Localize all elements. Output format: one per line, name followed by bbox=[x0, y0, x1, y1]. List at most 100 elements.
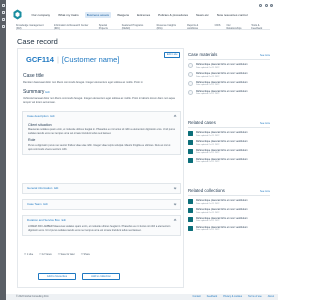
subnav-reports[interactable]: Reports & workflows bbox=[187, 24, 209, 30]
topnav-trains[interactable]: What my trains bbox=[57, 12, 81, 18]
edit-in-site-button[interactable]: Edit in site bbox=[164, 52, 180, 58]
subnav-special[interactable]: Special Projects bbox=[99, 24, 116, 30]
like-action[interactable]: 1 Like bbox=[24, 253, 33, 256]
duration-service-text: LOREM 300 LAMBER Maecenas sodales quam e… bbox=[28, 225, 171, 232]
home-icon[interactable] bbox=[1, 4, 5, 7]
save-for-later-action[interactable]: Save for later bbox=[58, 253, 75, 256]
list-item[interactable]: Référentique placerat fortis et nunc ves… bbox=[188, 208, 270, 214]
related-cases-see-more[interactable]: See more bbox=[260, 123, 270, 126]
related-cases-section: Related cases See more Référentique place… bbox=[188, 120, 270, 164]
left-rail bbox=[0, 0, 6, 300]
avatar[interactable] bbox=[270, 4, 273, 7]
files-icon[interactable] bbox=[1, 25, 5, 28]
document-icon bbox=[188, 72, 193, 78]
subnav-tools[interactable]: Tools & Feedback bbox=[251, 24, 270, 30]
case-icon bbox=[188, 149, 193, 155]
list-item[interactable]: Référentique placerat fortis et nunc ves… bbox=[188, 226, 270, 232]
footer-copyright: © 2023 Global Consulting Firm bbox=[16, 295, 49, 299]
case-title-text: Remitem bascuaat dolor non libero commod… bbox=[23, 81, 143, 84]
list-item[interactable]: Référentique placerat fortis et nunc ves… bbox=[188, 90, 270, 96]
chevron-up-icon[interactable] bbox=[173, 114, 177, 119]
case-description-header[interactable]: Case description Edit bbox=[23, 112, 180, 121]
summary-heading: SummaryEdit bbox=[23, 89, 50, 95]
top-icons bbox=[259, 4, 273, 7]
list-item[interactable]: Référentique placerat fortis et nunc ves… bbox=[188, 149, 270, 155]
related-collections-section: Related collections See more Référentique… bbox=[188, 188, 270, 232]
topnav-extremes[interactable]: Extremes bbox=[136, 12, 152, 18]
share-action[interactable]: Share bbox=[81, 253, 90, 256]
related-collections-see-more[interactable]: See more bbox=[260, 191, 270, 194]
case-materials-see-more[interactable]: See more bbox=[260, 55, 270, 58]
subnav-irc[interactable]: Information & Research Center (IRC) bbox=[54, 24, 93, 30]
footer-link-privacy[interactable]: Privacy & cookies bbox=[223, 295, 242, 298]
document-icon bbox=[188, 63, 193, 69]
topnav-our-company[interactable]: Our company bbox=[30, 12, 52, 18]
case-materials-section: Case materials See more Référentique plac… bbox=[188, 52, 270, 96]
topnav-news[interactable]: News etc bbox=[195, 12, 211, 18]
document-icon bbox=[188, 81, 193, 87]
client-situation-text: Maecenas sodales quam enim, et molestie … bbox=[28, 128, 176, 135]
summary-text: Vehicula bacuaat dolor non libero commod… bbox=[23, 97, 175, 104]
page-title: Case record bbox=[17, 37, 58, 46]
help-icon[interactable] bbox=[264, 4, 268, 7]
document-icon bbox=[188, 90, 193, 96]
related-cases-heading: Related cases bbox=[188, 120, 216, 125]
footer-link-feedback[interactable]: Feedback bbox=[207, 295, 218, 298]
duration-service-panel: Duration and Service Box Edit LOREM 300 … bbox=[22, 215, 181, 237]
actions-row: 1 Like 12 Views Save for later Share bbox=[24, 253, 90, 256]
case-header: GCF114 | [Customer name] bbox=[26, 55, 120, 64]
collection-icon bbox=[188, 208, 193, 214]
apps-icon[interactable] bbox=[1, 11, 5, 14]
chevron-down-icon[interactable] bbox=[173, 186, 177, 191]
case-icon bbox=[188, 158, 193, 164]
case-team-panel[interactable]: Case Team Edit bbox=[22, 199, 181, 210]
case-icon bbox=[188, 131, 193, 137]
subnav-relationships[interactable]: Our Relationships bbox=[226, 24, 245, 30]
company-logo[interactable] bbox=[13, 9, 22, 20]
footer-link-about[interactable]: About bbox=[268, 295, 274, 298]
subnav-revenue[interactable]: Revenue Insights (RIA) bbox=[157, 24, 181, 30]
case-icon bbox=[188, 140, 193, 146]
case-title-heading: Case title bbox=[23, 73, 44, 79]
footer-link-contact[interactable]: Contact bbox=[192, 295, 200, 298]
views-count: 12 Views bbox=[39, 253, 52, 256]
list-item[interactable]: Référentique placerat fortis et nunc ves… bbox=[188, 72, 270, 78]
case-description-panel: Case description Edit Client situation M… bbox=[22, 111, 181, 156]
customer-name: [Customer name] bbox=[61, 55, 120, 64]
subnav-km[interactable]: Knowledge management (KM) bbox=[16, 24, 48, 30]
list-item[interactable]: Référentique placerat fortis et nunc ves… bbox=[188, 217, 270, 223]
top-nav: Our company What my trains Business asse… bbox=[30, 12, 249, 18]
subnav-cws[interactable]: CWS bbox=[215, 24, 221, 29]
chevron-up-icon[interactable] bbox=[173, 218, 177, 223]
add-to-collection-button[interactable]: Add to collection bbox=[82, 273, 120, 280]
related-collections-heading: Related collections bbox=[188, 188, 225, 193]
list-item[interactable]: Référentique placerat fortis et nunc ves… bbox=[188, 158, 270, 164]
list-item[interactable]: Référentique placerat fortis et nunc ves… bbox=[188, 199, 270, 205]
role-heading: Role bbox=[28, 138, 36, 143]
list-item[interactable]: Référentique placerat fortis et nunc ves… bbox=[188, 140, 270, 146]
subnav-featured[interactable]: Featured Programs (FEAD) bbox=[122, 24, 151, 30]
footer-link-terms[interactable]: Terms of use bbox=[248, 295, 262, 298]
collection-icon bbox=[188, 199, 193, 205]
client-situation-heading: Client situation bbox=[28, 122, 52, 127]
case-materials-heading: Case materials bbox=[188, 52, 218, 57]
footer: © 2023 Global Consulting Firm Contact Fe… bbox=[6, 294, 278, 300]
case-id: GCF114 bbox=[26, 55, 54, 64]
collection-icon bbox=[188, 217, 193, 223]
topnav-resources[interactable]: Now resources control bbox=[215, 12, 249, 18]
list-item[interactable]: Référentique placerat fortis et nunc ves… bbox=[188, 63, 270, 69]
topnav-weigens[interactable]: Weigens bbox=[116, 12, 131, 18]
topnav-policies[interactable]: Policies & procedures bbox=[157, 12, 190, 18]
settings-icon[interactable] bbox=[259, 4, 262, 7]
general-information-panel[interactable]: General information Edit bbox=[22, 183, 181, 194]
summary-edit-tag[interactable]: Edit bbox=[45, 91, 49, 94]
chevron-down-icon[interactable] bbox=[173, 202, 177, 207]
chat-icon[interactable] bbox=[1, 18, 5, 21]
list-item[interactable]: Référentique placerat fortis et nunc ves… bbox=[188, 81, 270, 87]
sub-nav: Knowledge management (KM) Information & … bbox=[16, 24, 270, 30]
topnav-business-assets[interactable]: Business assets bbox=[85, 12, 111, 18]
add-to-favourites-button[interactable]: Add to favourites bbox=[38, 273, 76, 280]
collection-icon bbox=[188, 226, 193, 232]
role-text: Purus a dignissim purus nec auctor finib… bbox=[28, 144, 171, 151]
list-item[interactable]: Référentique placerat fortis et nunc ves… bbox=[188, 131, 270, 137]
